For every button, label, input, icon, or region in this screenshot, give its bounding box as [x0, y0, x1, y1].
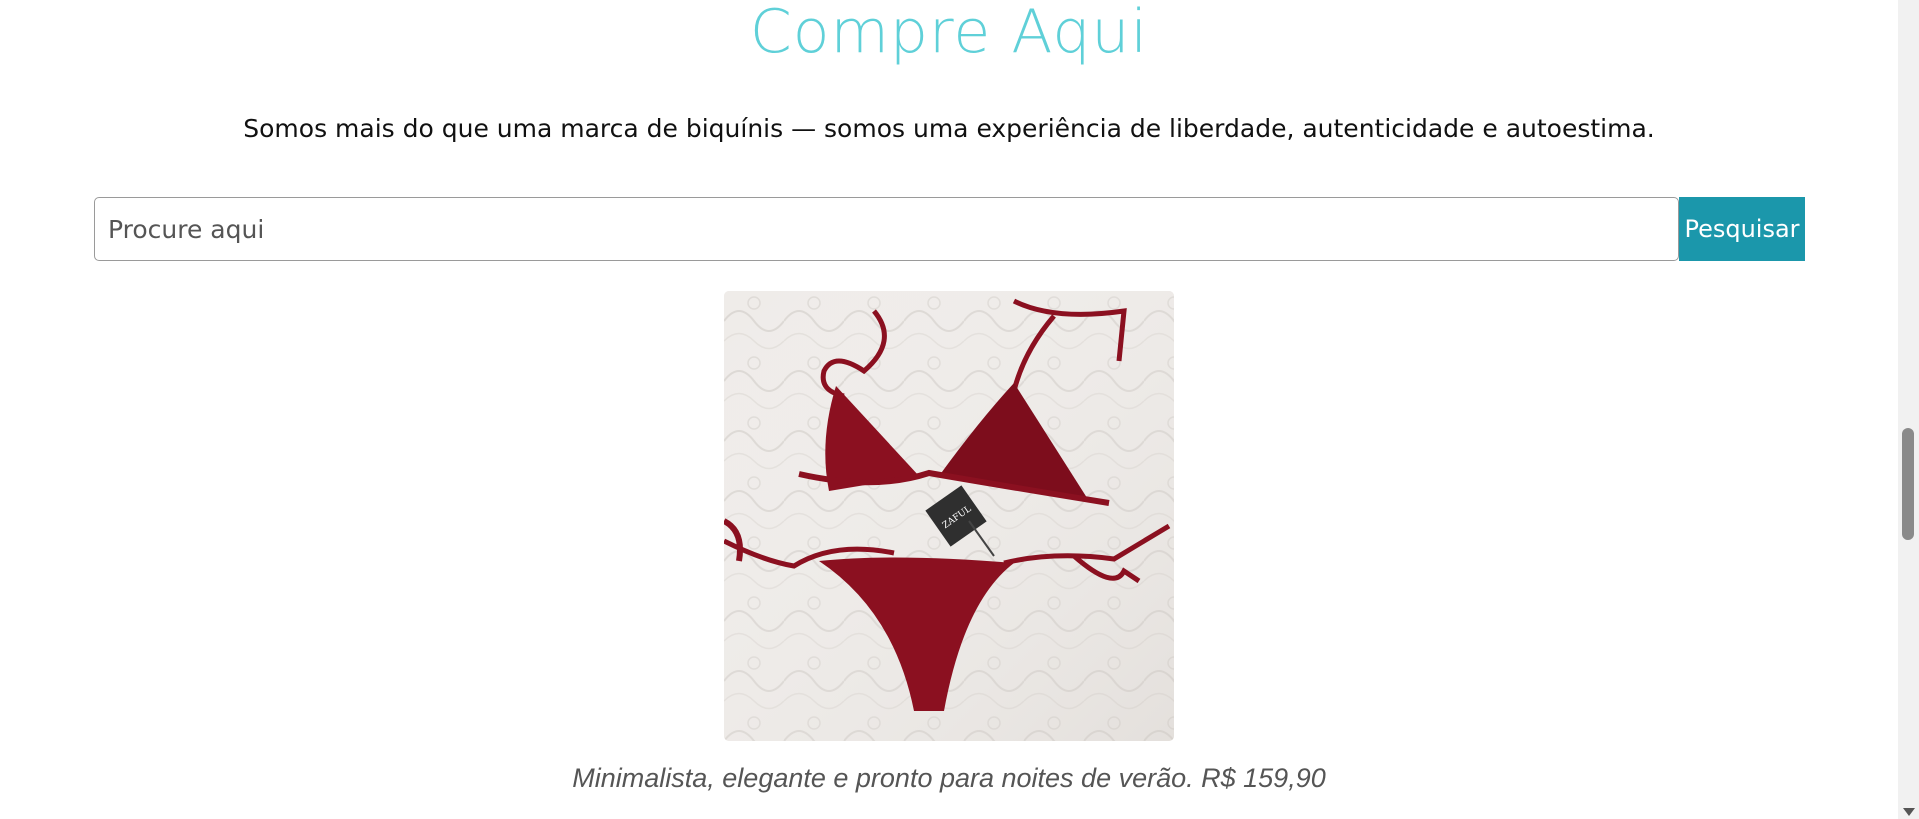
product-caption: Minimalista, elegante e pronto para noit…	[572, 763, 1326, 793]
page-title: Compre Aqui	[749, 0, 1149, 67]
search-input[interactable]	[94, 197, 1679, 261]
bikini-illustration: ZAFUL	[724, 291, 1174, 741]
scrollbar-thumb[interactable]	[1902, 428, 1914, 540]
search-bar: Pesquisar	[94, 197, 1805, 261]
scroll-down-arrow-icon[interactable]	[1903, 808, 1915, 816]
main-content: Compre Aqui Somos mais do que uma marca …	[0, 0, 1898, 819]
vertical-scrollbar[interactable]	[1898, 0, 1919, 819]
product-image[interactable]: ZAFUL	[724, 291, 1174, 741]
search-button[interactable]: Pesquisar	[1679, 197, 1805, 261]
page: Compre Aqui Somos mais do que uma marca …	[0, 0, 1919, 819]
page-subtitle: Somos mais do que uma marca de biquínis …	[243, 114, 1655, 143]
